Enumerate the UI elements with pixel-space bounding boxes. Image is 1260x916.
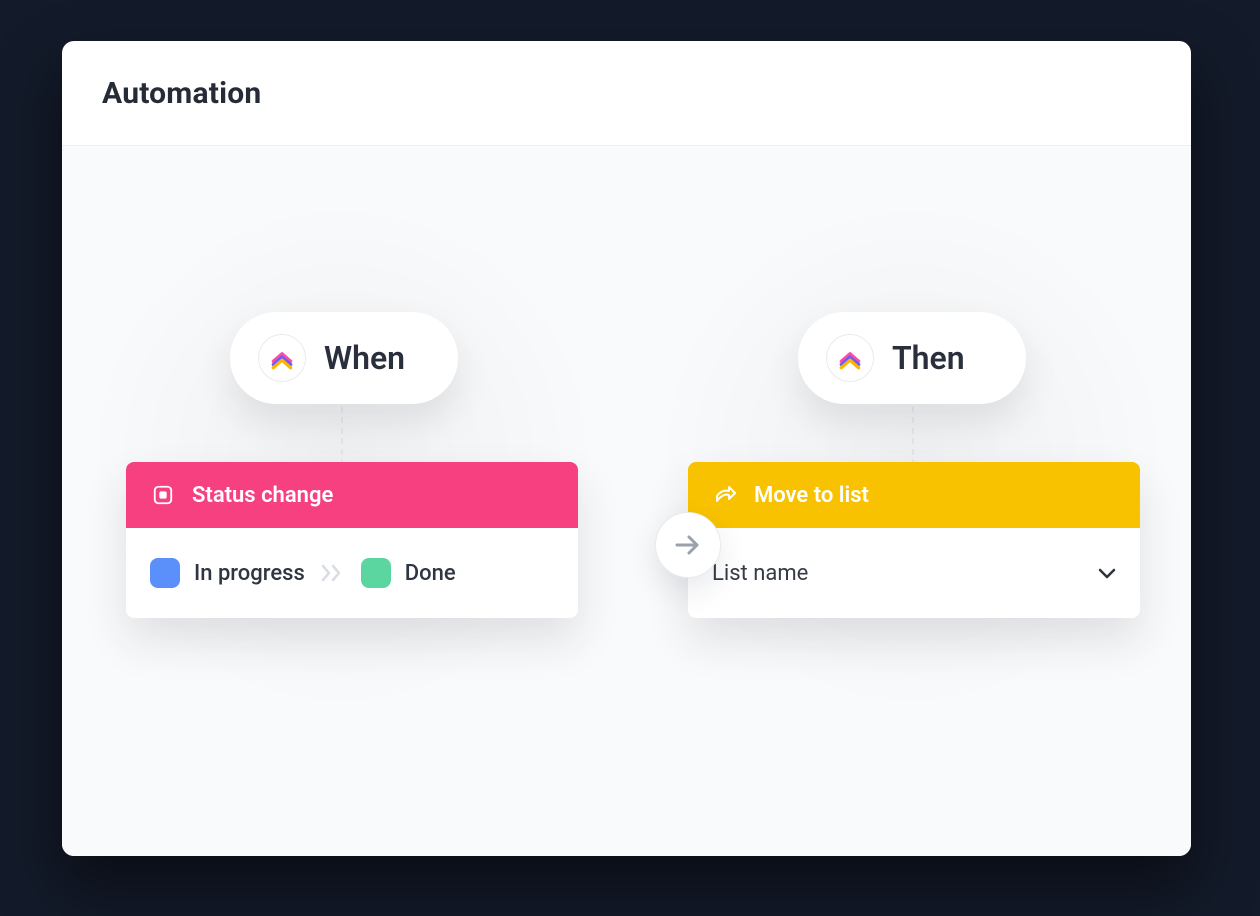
panel-header: Automation <box>62 41 1191 146</box>
trigger-card[interactable]: Status change In progress Done <box>126 462 578 618</box>
then-label: Then <box>892 339 965 377</box>
brand-logo-icon <box>826 334 874 382</box>
page-title: Automation <box>102 76 261 111</box>
brand-logo-icon <box>258 334 306 382</box>
chevron-down-icon <box>1098 561 1116 586</box>
action-card-header: Move to list <box>688 462 1140 528</box>
panel-body: When Then Status <box>62 146 1191 856</box>
to-status-label: Done <box>405 561 456 586</box>
then-pill: Then <box>798 312 1026 404</box>
list-select[interactable]: List name <box>712 561 1116 586</box>
list-select-label: List name <box>712 561 808 586</box>
trigger-card-header: Status change <box>126 462 578 528</box>
automation-panel: Automation When <box>62 41 1191 856</box>
status-icon <box>150 482 176 508</box>
action-title: Move to list <box>754 483 869 508</box>
trigger-card-body: In progress Done <box>126 528 578 618</box>
action-card[interactable]: Move to list List name <box>688 462 1140 618</box>
from-status-swatch <box>150 558 180 588</box>
when-pill: When <box>230 312 458 404</box>
when-label: When <box>324 339 405 377</box>
action-card-body: List name <box>688 528 1140 618</box>
flow-arrow-button[interactable] <box>655 512 721 578</box>
share-arrow-icon <box>712 482 738 508</box>
arrow-right-icon <box>673 532 703 558</box>
to-status-swatch <box>361 558 391 588</box>
trigger-title: Status change <box>192 483 333 508</box>
from-status-label: In progress <box>194 561 305 586</box>
chevron-right-icon <box>321 564 345 582</box>
